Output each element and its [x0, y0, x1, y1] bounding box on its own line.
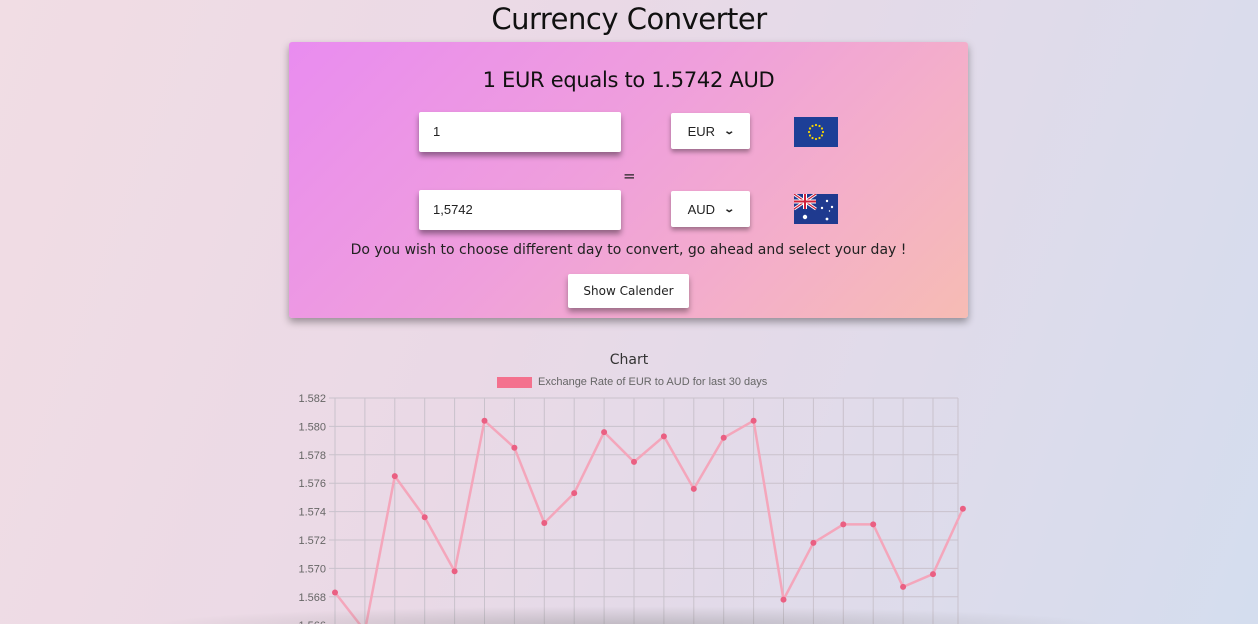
y-tick-label: 1.582 — [298, 393, 326, 405]
data-point[interactable] — [660, 433, 667, 440]
y-tick-label: 1.580 — [298, 421, 326, 433]
y-tick-label: 1.568 — [298, 592, 326, 604]
y-axis-ticks: 1.582 1.580 1.578 1.576 1.574 1.572 1.570 1.568… — [298, 393, 326, 624]
bottom-shadow — [140, 606, 1120, 624]
data-point[interactable] — [780, 596, 787, 603]
series-line — [334, 418, 965, 624]
data-point[interactable] — [690, 485, 697, 492]
data-point[interactable] — [870, 521, 877, 528]
data-point[interactable] — [930, 571, 936, 578]
data-point[interactable] — [571, 490, 578, 497]
data-point[interactable] — [810, 539, 817, 546]
data-point[interactable] — [750, 417, 757, 424]
data-point[interactable] — [720, 434, 727, 441]
data-point[interactable] — [332, 589, 338, 596]
exchange-rate-chart: 1.582 1.580 1.578 1.576 1.574 1.572 1.570 1.568… — [298, 393, 966, 624]
y-tick-label: 1.570 — [298, 563, 326, 575]
data-point[interactable] — [900, 583, 907, 590]
y-tick-label: 1.576 — [298, 478, 326, 490]
data-point[interactable] — [840, 521, 847, 528]
y-tick-label: 1.578 — [298, 450, 326, 462]
data-point[interactable] — [391, 473, 398, 480]
data-point[interactable] — [959, 505, 966, 512]
y-tick-label: 1.574 — [298, 507, 326, 519]
data-point[interactable] — [481, 417, 488, 424]
data-point[interactable] — [601, 429, 608, 436]
y-tick-label: 1.572 — [298, 535, 326, 547]
chart-grid — [329, 397, 959, 624]
data-point[interactable] — [421, 514, 428, 521]
data-point[interactable] — [451, 568, 458, 575]
data-point[interactable] — [631, 458, 637, 465]
data-point[interactable] — [511, 444, 518, 451]
data-point[interactable] — [541, 519, 548, 526]
